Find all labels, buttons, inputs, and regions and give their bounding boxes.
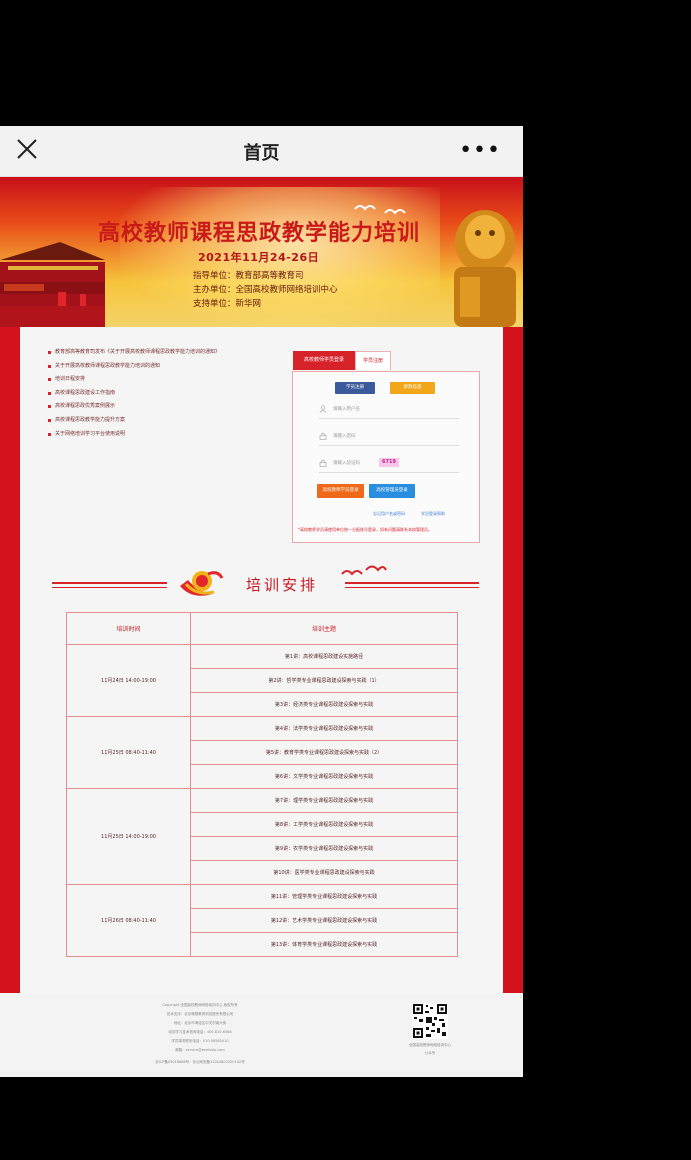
session-topic: 第8讲：工学类专业课程思政建设探索与实践: [190, 812, 458, 837]
schedule-table: 培训时间 培训主题 11月24日 14:00-19:00 第1讲：高校课程思政建…: [66, 612, 458, 957]
hero-banner: 高校教师课程思政教学能力培训 2021年11月24-26日 指导单位：教育部高等…: [0, 177, 523, 327]
divider-line: [345, 587, 479, 588]
banner-title: 高校教师课程思政教学能力培训: [98, 221, 421, 246]
session-time: 11月26日 08:40-11:40: [66, 884, 191, 957]
footer-line: 学员事务联系电话：010-58582010: [171, 1039, 229, 1043]
table-row: 11月24日 14:00-19:00 第1讲：高校课程思政建设实施路径: [66, 644, 458, 717]
login-help-link[interactable]: 学员登录帮助: [421, 511, 445, 517]
notice-list: 教育部高等教育司发布《关于开展高校教师课程思政教学能力培训的通知》 关于开展高校…: [48, 349, 248, 444]
divider-line: [345, 582, 479, 584]
notice-item[interactable]: 高校课程思政优秀案例展示: [48, 403, 248, 409]
notice-item[interactable]: 高校课程思政建设工作指南: [48, 390, 248, 396]
doves-decoration: [341, 565, 387, 576]
column-header-time: 培训时间: [66, 612, 191, 645]
guide-unit-text: 指导单位：教育部高等教育司: [193, 271, 304, 281]
session-topic: 第6讲：文学类专业课程思政建设探索与实践: [190, 764, 458, 789]
session-topic: 第2讲：哲学类专业课程思政建设探索与实践（1）: [190, 668, 458, 693]
tab-teacher-login[interactable]: 高校教师学员登录: [293, 351, 355, 370]
session-topic: 第1讲：高校课程思政建设实施路径: [190, 644, 458, 669]
footer-line: 培训学习技术咨询电话：400-810-6568: [168, 1030, 232, 1034]
top-nav-bar: 首页 •••: [0, 126, 523, 177]
footer-line: 技术支持：北京畅想教育科技股份有限公司: [166, 1012, 234, 1016]
login-form: 学员注册 修改信息 请输入用户名 请输入密码 请输入验证码 6719 高校教师学…: [292, 371, 480, 543]
party-emblem-icon: [180, 571, 224, 596]
divider-line: [52, 582, 167, 584]
notice-item[interactable]: 教育部高等教育司发布《关于开展高校教师课程思政教学能力培训的通知》: [48, 349, 248, 355]
banner-date: 2021年11月24-26日: [198, 251, 320, 264]
more-options-icon[interactable]: •••: [459, 138, 501, 163]
session-topic: 第4讲：法学类专业课程思政建设探索与实践: [190, 716, 458, 741]
password-placeholder: 请输入密码: [333, 434, 356, 439]
footer-icp[interactable]: 京ICP备05018866号 · 京公网安备11010802020142号: [0, 1060, 400, 1065]
stone-lion-image: [454, 210, 516, 327]
password-field[interactable]: 请输入密码: [319, 429, 459, 446]
captcha-field[interactable]: 请输入验证码 6719: [319, 456, 459, 473]
notice-item[interactable]: 高校课程思政教学能力提升方案: [48, 417, 248, 423]
divider-line: [52, 587, 167, 588]
session-topic: 第7讲：理学类专业课程思政建设探索与实践: [190, 788, 458, 813]
session-time: 11月25日 14:00-19:00: [66, 788, 191, 885]
lock-icon: [319, 432, 327, 440]
phone-screen: 首页 ••• 高校教师课程思政教学能力培训 2021年11月24-26日 指导单…: [0, 126, 523, 1077]
column-header-topic: 培训主题: [190, 612, 458, 645]
footer-copyright: Copyright 全国高校教师网络培训中心 版权所有: [162, 1003, 238, 1007]
page-title: 首页: [243, 143, 280, 164]
username-field[interactable]: 请输入用户名: [319, 402, 459, 419]
register-button[interactable]: 学员注册: [335, 382, 375, 394]
section-title: 培训安排: [246, 576, 319, 594]
session-topic: 第9讲：农学类专业课程思政建设探索与实践: [190, 836, 458, 861]
notice-item[interactable]: 关于网络培训学习平台使用说明: [48, 431, 248, 437]
login-tip-text: *高校教师学员请使用单位统一分配账号登录，如有问题请联系本校管理员。: [298, 527, 432, 532]
session-time: 11月25日 08:40-11:40: [66, 716, 191, 789]
session-topic: 第3讲：经济类专业课程思政建设探索与实践: [190, 692, 458, 717]
forgot-password-link[interactable]: 忘记用户名或密码: [373, 511, 405, 517]
session-topic: 第11讲：管理学类专业课程思政建设探索与实践: [190, 884, 458, 909]
table-header-row: 培训时间 培训主题: [66, 612, 458, 645]
table-row: 11月25日 08:40-11:40 第4讲：法学类专业课程思政建设探索与实践: [66, 716, 458, 789]
table-row: 11月26日 08:40-11:40 第11讲：管理学类专业课程思政建设探索与实…: [66, 884, 458, 957]
captcha-placeholder: 请输入验证码: [333, 461, 360, 466]
session-topic: 第12讲：艺术学类专业课程思政建设探索与实践: [190, 908, 458, 933]
user-icon: [319, 405, 327, 413]
username-placeholder: 请输入用户名: [333, 407, 360, 412]
page-footer: Copyright 全国高校教师网络培训中心 版权所有 技术支持：北京畅想教育科…: [0, 993, 523, 1077]
tab-student-register[interactable]: 学员注册: [355, 351, 391, 370]
footer-line: 地址：北京市海淀区中关村南大街: [173, 1021, 227, 1025]
schedule-section-heading: 培训安排: [20, 562, 503, 602]
session-time: 11月24日 14:00-19:00: [66, 644, 191, 717]
shield-icon: [319, 459, 327, 467]
qr-caption: 全国高校教师网络培训中心: [409, 1043, 451, 1047]
tiananmen-gate-image: [0, 242, 105, 327]
session-topic: 第13讲：体育学类专业课程思政建设探索与实践: [190, 932, 458, 957]
host-unit-text: 主办单位：全国高校教师网络培训中心: [193, 285, 338, 295]
notice-item[interactable]: 关于开展高校教师课程思政教学能力培训的通知: [48, 363, 248, 369]
captcha-image[interactable]: 6719: [379, 458, 399, 467]
teacher-login-button[interactable]: 高校教师学员登录: [317, 484, 364, 498]
session-topic: 第5讲：教育学类专业课程思政建设探索与实践（2）: [190, 740, 458, 765]
support-unit-text: 支持单位：新华网: [193, 299, 262, 309]
modify-info-button[interactable]: 修改信息: [390, 382, 435, 394]
table-row: 11月25日 14:00-19:00 第7讲：理学类专业课程思政建设探索与实践: [66, 788, 458, 885]
notice-item[interactable]: 培训日程安排: [48, 376, 248, 382]
footer-line: 邮箱：service@enetedu.com: [175, 1048, 225, 1052]
content-card: 教育部高等教育司发布《关于开展高校教师课程思政教学能力培训的通知》 关于开展高校…: [20, 327, 503, 993]
session-topic: 第10讲：医学类专业课程思政建设探索与实践: [190, 860, 458, 885]
main-content: 教育部高等教育司发布《关于开展高校教师课程思政教学能力培训的通知》 关于开展高校…: [0, 327, 523, 993]
admin-login-button[interactable]: 高校管理员登录: [369, 484, 415, 498]
qr-caption-sub: 公众号: [424, 1051, 436, 1055]
qr-code-image: [412, 1003, 448, 1039]
